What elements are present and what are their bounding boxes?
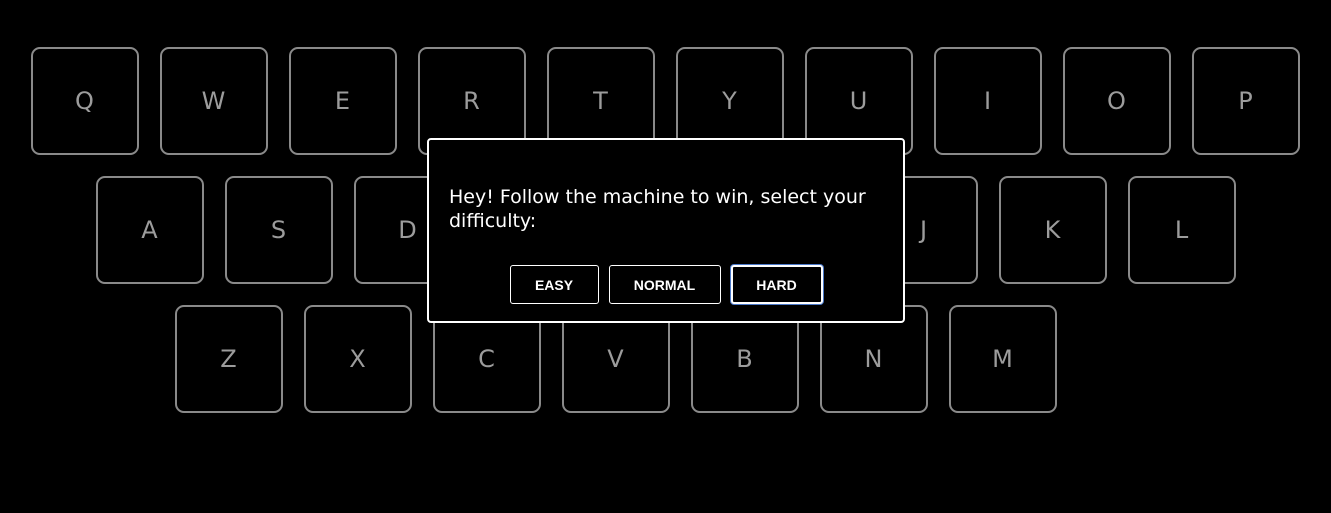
- key-k[interactable]: K: [999, 176, 1107, 284]
- easy-button[interactable]: EASY: [509, 265, 599, 304]
- key-x[interactable]: X: [304, 305, 412, 413]
- difficulty-button-group: EASY NORMAL HARD: [429, 265, 903, 304]
- key-a[interactable]: A: [96, 176, 204, 284]
- key-z[interactable]: Z: [175, 305, 283, 413]
- key-q[interactable]: Q: [31, 47, 139, 155]
- key-i[interactable]: I: [934, 47, 1042, 155]
- key-e[interactable]: E: [289, 47, 397, 155]
- key-w[interactable]: W: [160, 47, 268, 155]
- game-stage: Q W E R T Y U I O P A S D F G H J K L Z …: [0, 0, 1331, 513]
- dialog-message: Hey! Follow the machine to win, select y…: [449, 186, 866, 232]
- key-p[interactable]: P: [1192, 47, 1300, 155]
- difficulty-dialog: Hey! Follow the machine to win, select y…: [427, 138, 905, 323]
- normal-button[interactable]: NORMAL: [608, 265, 721, 304]
- key-s[interactable]: S: [225, 176, 333, 284]
- key-o[interactable]: O: [1063, 47, 1171, 155]
- key-l[interactable]: L: [1128, 176, 1236, 284]
- key-m[interactable]: M: [949, 305, 1057, 413]
- hard-button[interactable]: HARD: [730, 265, 823, 304]
